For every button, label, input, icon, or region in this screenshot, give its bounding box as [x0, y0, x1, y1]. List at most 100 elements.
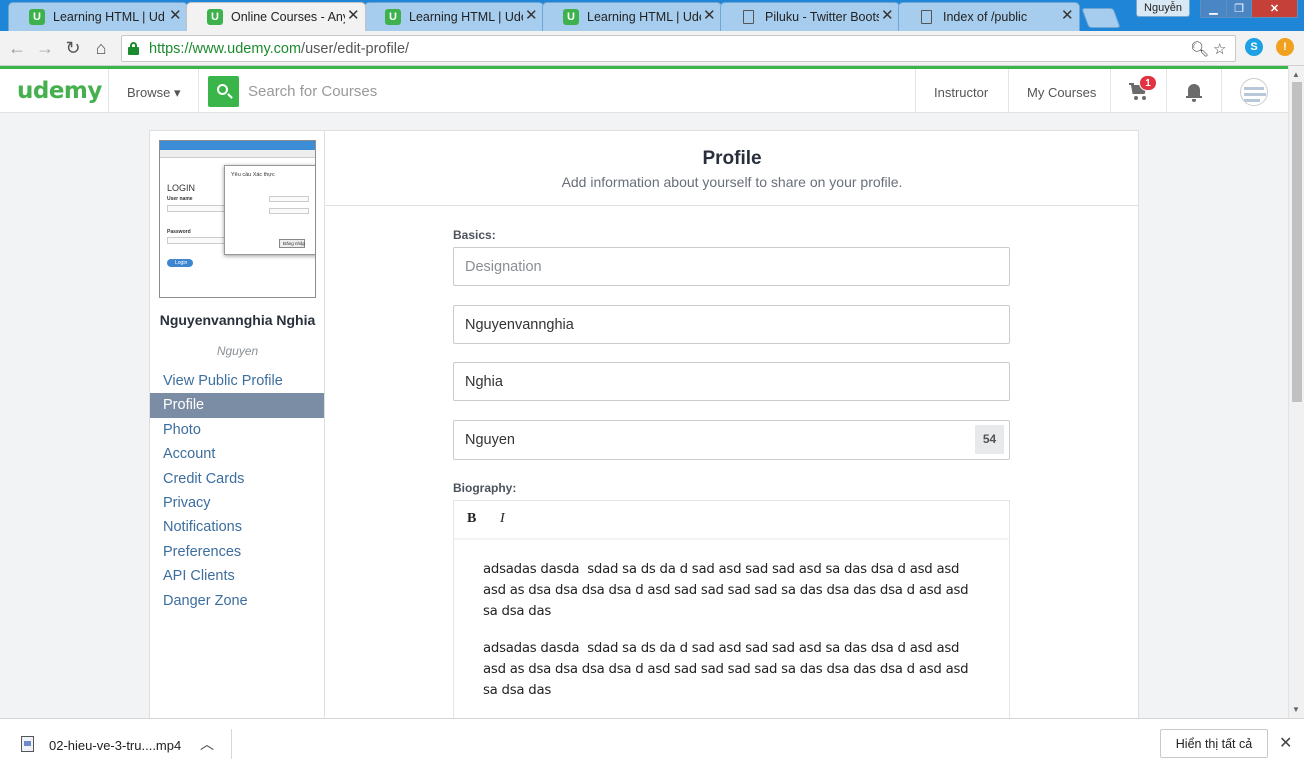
browser-tab[interactable]: U Learning HTML | Uden ✕ — [8, 2, 188, 31]
url-scheme: https:// — [149, 41, 193, 57]
browser-tab[interactable]: U Learning HTML | Uden ✕ — [364, 2, 544, 31]
download-file-name[interactable]: 02-hieu-ve-3-tru....mp4 — [49, 738, 181, 753]
header-divider — [1008, 69, 1009, 113]
document-icon — [921, 10, 932, 24]
last-name-field[interactable] — [453, 362, 1010, 401]
profile-photo[interactable]: LOGIN User name Password Login Yêu cầu X… — [159, 140, 316, 298]
profile-header: Profile Add information about yourself t… — [325, 131, 1139, 206]
thumbnail-password-label: Password — [167, 229, 191, 235]
site-header: udemy Browse ▾ Instructor My Courses 1 — [0, 66, 1288, 113]
minimize-icon: ▁ — [1209, 3, 1218, 15]
home-icon[interactable]: ⌂ — [90, 37, 112, 59]
sidebar-item-photo[interactable]: Photo — [150, 418, 324, 442]
italic-button[interactable]: I — [500, 511, 505, 527]
close-download-bar-icon[interactable]: ✕ — [1279, 733, 1292, 753]
forward-arrow-icon[interactable]: → — [34, 37, 56, 59]
header-divider — [1110, 69, 1111, 113]
browse-menu[interactable]: Browse ▾ — [127, 85, 181, 101]
biography-editor[interactable]: adsadas dasda sdad sa ds da d sad asd sa… — [453, 538, 1010, 718]
restore-icon: ❐ — [1234, 3, 1244, 15]
tab-close-icon[interactable]: ✕ — [881, 8, 894, 24]
chevron-up-icon[interactable]: ︿ — [200, 734, 214, 754]
browser-tab[interactable]: Piluku - Twitter Bootst ✕ — [720, 2, 900, 31]
tab-close-icon[interactable]: ✕ — [169, 8, 182, 24]
biography-paragraph: adsadas dasda sdad sa ds da d sad asd sa… — [483, 641, 973, 698]
sidebar-item-view-public-profile[interactable]: View Public Profile — [150, 369, 324, 393]
browser-tab-active[interactable]: U Online Courses - Anyti ✕ — [186, 2, 366, 31]
tab-title: Online Courses - Anyti — [231, 10, 345, 24]
profile-card: LOGIN User name Password Login Yêu cầu X… — [149, 130, 1139, 718]
my-courses-link[interactable]: My Courses — [1027, 85, 1096, 100]
page-viewport: udemy Browse ▾ Instructor My Courses 1 L… — [0, 66, 1288, 718]
show-all-downloads-button[interactable]: Hiển thị tất cả — [1160, 729, 1268, 758]
sidebar-item-api-clients[interactable]: API Clients — [150, 564, 324, 588]
sidebar-item-danger-zone[interactable]: Danger Zone — [150, 589, 324, 613]
designation-field[interactable] — [453, 247, 1010, 286]
sidebar-item-credit-cards[interactable]: Credit Cards — [150, 467, 324, 491]
sidebar-item-preferences[interactable]: Preferences — [150, 540, 324, 564]
minimize-window-button[interactable]: ▁ — [1200, 0, 1227, 18]
browser-profile-button[interactable]: Nguyễn — [1136, 0, 1190, 17]
avatar[interactable] — [1240, 78, 1268, 106]
thumbnail-field — [167, 205, 227, 212]
back-arrow-icon[interactable]: ← — [6, 37, 28, 59]
new-tab-button[interactable] — [1081, 8, 1121, 28]
search-button[interactable] — [208, 76, 239, 107]
udemy-favicon-icon: U — [29, 9, 45, 25]
tab-close-icon[interactable]: ✕ — [703, 8, 716, 24]
browser-tab[interactable]: U Learning HTML | Uden ✕ — [542, 2, 722, 31]
profile-form: Basics: 54 Biography: B I adsadas dasda … — [453, 206, 1010, 718]
page-scrollbar[interactable]: ▲ ▼ — [1288, 66, 1304, 718]
maximize-window-button[interactable]: ❐ — [1226, 0, 1252, 18]
user-headline: Nguyen — [216, 344, 259, 358]
search-input[interactable] — [240, 76, 900, 107]
search-icon — [217, 84, 228, 95]
browser-tab-strip: U Learning HTML | Uden ✕ U Online Course… — [0, 0, 1304, 31]
thumbnail-dialog-button-label: Đăng nhập — [283, 241, 306, 246]
thumbnail-field — [167, 237, 227, 244]
thumbnail-field — [269, 208, 309, 214]
notification-bell-icon[interactable] — [1186, 84, 1202, 102]
browser-tab[interactable]: Index of /public ✕ — [898, 2, 1080, 31]
sidebar-item-account[interactable]: Account — [150, 442, 324, 466]
biography-paragraph: adsadas dasda sdad sa ds da d sad asd sa… — [483, 562, 973, 619]
document-icon — [743, 10, 754, 24]
tab-close-icon[interactable]: ✕ — [1061, 8, 1074, 24]
udemy-logo[interactable]: udemy — [17, 78, 102, 104]
sidebar-item-notifications[interactable]: Notifications — [150, 515, 324, 539]
secure-lock-icon — [128, 42, 139, 55]
instructor-link[interactable]: Instructor — [934, 85, 988, 100]
sidebar-item-profile[interactable]: Profile — [150, 393, 324, 418]
download-divider — [231, 729, 232, 759]
tab-close-icon[interactable]: ✕ — [525, 8, 538, 24]
tab-title: Piluku - Twitter Bootst — [765, 10, 879, 24]
scroll-up-arrow-icon[interactable]: ▲ — [1292, 70, 1300, 79]
first-name-field[interactable] — [453, 305, 1010, 344]
zoom-icon[interactable]: 🔍︎ — [1190, 40, 1209, 58]
thumbnail-dialog-button: Đăng nhập — [279, 239, 305, 248]
udemy-favicon-icon: U — [207, 9, 223, 25]
address-bar[interactable]: https://www.udemy.com/user/edit-profile/… — [121, 35, 1236, 62]
url-text[interactable]: https://www.udemy.com/user/edit-profile/ — [149, 41, 409, 57]
headline-field[interactable] — [453, 420, 1010, 460]
sidebar-item-privacy[interactable]: Privacy — [150, 491, 324, 515]
scroll-down-arrow-icon[interactable]: ▼ — [1292, 705, 1300, 714]
scroll-thumb[interactable] — [1292, 82, 1302, 402]
header-divider — [108, 69, 109, 113]
profile-nav: View Public Profile Profile Photo Accoun… — [150, 369, 324, 613]
skype-extension-icon[interactable]: S — [1245, 38, 1263, 56]
tab-close-icon[interactable]: ✕ — [347, 8, 360, 24]
udemy-favicon-icon: U — [385, 9, 401, 25]
thumbnail-login-heading: LOGIN — [167, 183, 196, 193]
reload-icon[interactable]: ↻ — [62, 37, 84, 59]
bookmark-star-icon[interactable]: ☆ — [1213, 40, 1226, 58]
tab-title: Index of /public — [943, 10, 1028, 24]
tab-title: Learning HTML | Uden — [409, 10, 523, 24]
header-divider — [198, 69, 199, 113]
bold-button[interactable]: B — [467, 511, 476, 527]
tab-title: Learning HTML | Uden — [587, 10, 701, 24]
basics-label: Basics: — [453, 228, 496, 242]
extension-alert-icon[interactable]: ! — [1276, 38, 1294, 56]
close-window-button[interactable]: ✕ — [1251, 0, 1298, 18]
header-divider — [915, 69, 916, 113]
